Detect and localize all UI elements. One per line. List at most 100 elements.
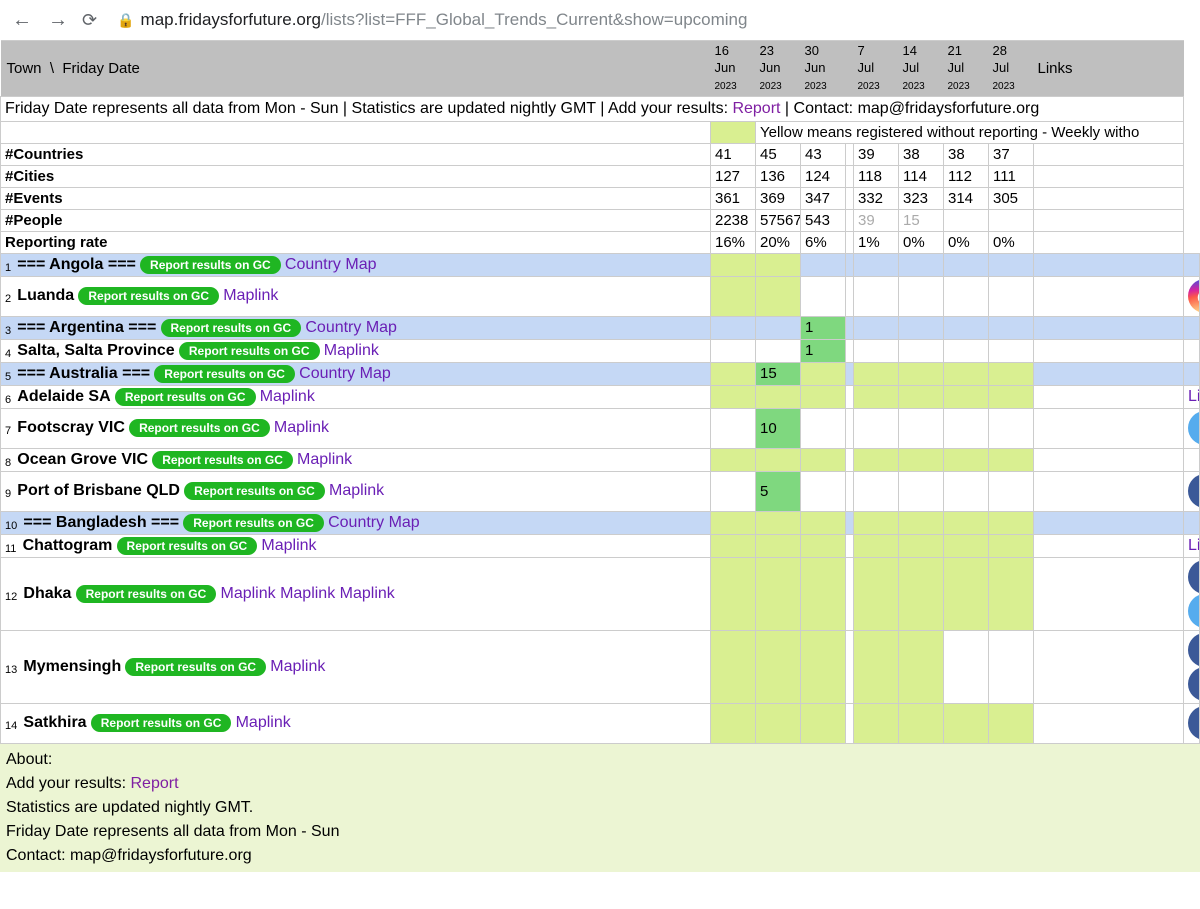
row-label-cell: 1 === Angola === Report results on GC Co… [1,253,711,276]
back-button[interactable]: ← [10,9,34,32]
stat-val: 114 [899,165,944,187]
facebook-icon[interactable]: f [1188,474,1200,508]
stat-val: 543 [801,209,846,231]
report-button[interactable]: Report results on GC [76,585,217,603]
stat-val: 38 [944,143,989,165]
data-cell [711,630,756,703]
report-button[interactable]: Report results on GC [78,287,219,305]
stat-row-1: #Cities127136124118114112111 [1,165,1200,187]
twitter-icon[interactable]: t [1188,411,1200,445]
row-label-cell: 2 Luanda Report results on GC Maplink [1,276,711,316]
row-link[interactable]: Maplink [274,419,329,436]
data-cell [756,339,801,362]
facebook-icon[interactable]: f [1188,706,1200,740]
stat-val: 6% [801,231,846,253]
row-link[interactable]: Maplink [270,658,325,675]
data-cell [854,557,899,630]
stat-val: 15 [899,209,944,231]
report-button[interactable]: Report results on GC [183,514,324,532]
report-button[interactable]: Report results on GC [140,256,281,274]
report-button[interactable]: Report results on GC [154,365,295,383]
row-link[interactable]: Maplink [260,388,315,405]
data-cell [854,362,899,385]
row-link[interactable]: Country Map [299,365,391,382]
facebook-icon[interactable]: f [1188,560,1200,594]
stat-val: 45 [756,143,801,165]
data-cell [944,385,989,408]
twitter-icon[interactable]: t [1188,594,1200,628]
data-cell [899,703,944,743]
data-cell [1034,557,1184,630]
row-link[interactable]: Maplink [329,482,384,499]
row-link[interactable]: Country Map [328,514,420,531]
data-cell [854,448,899,471]
data-cell [989,557,1034,630]
data-cell [801,471,846,511]
data-cell [801,408,846,448]
stat-label: #Events [1,187,711,209]
extra-link[interactable]: Link [1188,537,1200,554]
report-button[interactable]: Report results on GC [125,658,266,676]
data-cell [944,703,989,743]
address-bar[interactable]: 🔒 map.fridaysforfuture.org/lists?list=FF… [109,6,1190,34]
report-button[interactable]: Report results on GC [152,451,293,469]
report-button[interactable]: Report results on GC [184,482,325,500]
data-cell [801,630,846,703]
data-cell [711,471,756,511]
row-link[interactable]: Maplink [324,342,379,359]
row-name: Satkhira [23,714,86,731]
report-button[interactable]: Report results on GC [161,319,302,337]
report-button[interactable]: Report results on GC [129,419,270,437]
legend-text: Yellow means registered without reportin… [756,121,1184,143]
footer-report-link[interactable]: Report [131,775,179,792]
row-link[interactable]: Maplink [261,537,316,554]
stat-val: 16% [711,231,756,253]
reload-button[interactable]: ⟳ [82,10,97,31]
data-cell [756,448,801,471]
stat-val: 20% [756,231,801,253]
facebook-icon[interactable]: f [1188,667,1200,701]
data-cell [756,253,801,276]
row-label-cell: 9 Port of Brisbane QLD Report results on… [1,471,711,511]
forward-button[interactable]: → [46,9,70,32]
row-link[interactable]: Country Map [285,256,377,273]
header-date-6: 28Jul2023 [989,41,1034,97]
data-cell [944,316,989,339]
row-links-cell: ◎ [1184,276,1200,316]
report-button[interactable]: Report results on GC [115,388,256,406]
instagram-icon[interactable]: ◎ [1188,279,1200,313]
row-link[interactable]: Maplink [236,714,291,731]
row-label-cell: 7 Footscray VIC Report results on GC Map… [1,408,711,448]
row-link[interactable]: Country Map [305,319,397,336]
data-cell [1034,448,1184,471]
row-link[interactable]: Maplink Maplink Maplink [220,585,394,602]
data-cell: 1 [801,339,846,362]
data-row-11: 11 Chattogram Report results on GC Mapli… [1,534,1200,557]
data-cell [801,362,846,385]
extra-link[interactable]: Link [1188,388,1200,405]
data-cell [801,703,846,743]
footer-about: About: Add your results: Report Statisti… [0,744,1200,872]
stat-val [846,209,854,231]
row-link[interactable]: Maplink [297,451,352,468]
stat-val: 332 [854,187,899,209]
data-cell [944,408,989,448]
stat-val: 347 [801,187,846,209]
data-cell [756,316,801,339]
report-button[interactable]: Report results on GC [179,342,320,360]
data-row-12: 12 Dhaka Report results on GC Maplink Ma… [1,557,1200,630]
notice-report-link[interactable]: Report [732,100,780,117]
report-button[interactable]: Report results on GC [117,537,258,555]
report-button[interactable]: Report results on GC [91,714,232,732]
stat-val: 0% [899,231,944,253]
row-link[interactable]: Maplink [223,287,278,304]
row-name: Dhaka [23,585,71,602]
data-cell [944,557,989,630]
data-cell [1034,471,1184,511]
stat-val [846,187,854,209]
header-date-3: 7Jul2023 [854,41,899,97]
data-row-1: 1 === Angola === Report results on GC Co… [1,253,1200,276]
data-cell [1034,630,1184,703]
facebook-icon[interactable]: f [1188,633,1200,667]
data-cell [854,385,899,408]
